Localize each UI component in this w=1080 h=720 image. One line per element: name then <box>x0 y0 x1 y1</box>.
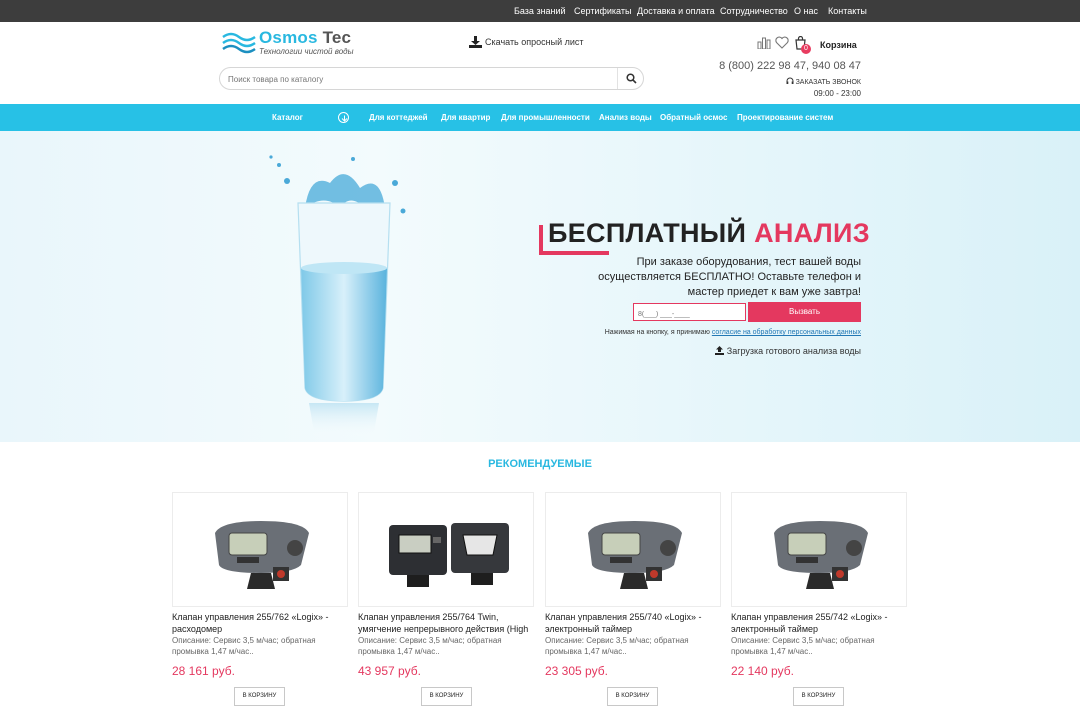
header-icons: 0 <box>757 36 817 54</box>
phone-number[interactable]: 8 (800) 222 98 47, 940 08 47 <box>719 60 861 72</box>
product-price: 23 305 руб. <box>545 664 608 678</box>
valve-product-image <box>215 521 309 589</box>
product-name[interactable]: Клапан управления 255/740 «Logix» - элек… <box>545 611 721 635</box>
phone-input[interactable] <box>633 303 746 321</box>
topbar-link-certificates[interactable]: Сертификаты <box>574 6 631 16</box>
topbar-link-cooperation[interactable]: Сотрудничество <box>720 6 788 16</box>
call-button[interactable]: Вызвать <box>748 302 861 322</box>
topbar-link-delivery[interactable]: Доставка и оплата <box>637 6 715 16</box>
nav-industry[interactable]: Для промышленности <box>501 113 590 122</box>
hero-banner: БЕСПЛАТНЫЙ АНАЛИЗ При заказе оборудовани… <box>0 131 1080 442</box>
cart-label[interactable]: Корзина <box>820 40 857 50</box>
catalog-toggle-button[interactable] <box>338 112 349 123</box>
nav-water-analysis[interactable]: Анализ воды <box>599 113 652 122</box>
product-description: Описание: Сервис 3,5 м/час; обратная про… <box>172 636 316 656</box>
nav-catalog[interactable]: Каталог <box>272 113 303 122</box>
twin-valve-product-image <box>389 523 509 587</box>
nav-apartments[interactable]: Для квартир <box>441 113 490 122</box>
product-name[interactable]: Клапан управления 255/742 «Logix» - элек… <box>731 611 907 635</box>
hero-description: При заказе оборудования, тест вашей воды… <box>598 256 861 298</box>
download-icon <box>469 36 482 48</box>
upload-analysis-link[interactable]: Загрузка готового анализа воды <box>714 345 861 356</box>
product-description: Описание: Сервис 3,5 м/час; обратная про… <box>731 636 875 656</box>
recommended-title: РЕКОМЕНДУЕМЫЕ <box>488 458 592 470</box>
heart-icon[interactable] <box>775 36 789 49</box>
add-to-cart-button[interactable]: В КОРЗИНУ <box>421 687 472 706</box>
working-hours: 09:00 - 23:00 <box>813 89 861 98</box>
product-price: 28 161 руб. <box>172 664 235 678</box>
cart-count-badge: 0 <box>801 44 811 54</box>
arrow-down-icon <box>341 115 348 122</box>
consent-notice: Нажимая на кнопку, я принимаю согласие н… <box>604 329 861 336</box>
product-image-card[interactable] <box>545 492 721 607</box>
water-glass-image <box>269 155 406 438</box>
logo-tagline: Технологии чистой воды <box>259 47 354 56</box>
download-questionnaire-link[interactable]: Скачать опросный лист <box>469 36 584 48</box>
product-description: Описание: Сервис 3,5 м/час; обратная про… <box>358 636 502 656</box>
product-description: Описание: Сервис 3,5 м/час; обратная про… <box>545 636 689 656</box>
search-bar <box>219 67 644 90</box>
valve-product-image <box>588 521 682 589</box>
search-icon <box>626 73 637 84</box>
upload-icon <box>714 346 724 355</box>
search-input[interactable] <box>228 72 608 86</box>
site-logo[interactable]: Osmos Tec Технологии чистой воды <box>222 28 362 58</box>
topbar-link-contacts[interactable]: Контакты <box>828 6 867 16</box>
topbar-link-about[interactable]: О нас <box>794 6 818 16</box>
top-bar: База знаний Сертификаты Доставка и оплат… <box>0 0 1080 22</box>
product-image-card[interactable] <box>358 492 534 607</box>
valve-product-image <box>774 521 868 589</box>
headset-icon <box>786 77 794 84</box>
add-to-cart-button[interactable]: В КОРЗИНУ <box>607 687 658 706</box>
main-nav: Каталог Для коттеджей Для квартир Для пр… <box>0 104 1080 131</box>
add-to-cart-button[interactable]: В КОРЗИНУ <box>793 687 844 706</box>
logo-name: Osmos Tec <box>259 28 352 47</box>
product-price: 43 957 руб. <box>358 664 421 678</box>
callback-link[interactable]: Заказать звонок <box>786 76 861 86</box>
add-to-cart-button[interactable]: В КОРЗИНУ <box>234 687 285 706</box>
waves-logo-icon <box>222 32 256 54</box>
product-name[interactable]: Клапан управления 255/764 Twin, умягчени… <box>358 611 534 635</box>
product-price: 22 140 руб. <box>731 664 794 678</box>
nav-reverse-osmosis[interactable]: Обратный осмос <box>660 113 728 122</box>
search-button[interactable] <box>617 68 643 89</box>
product-image-card[interactable] <box>172 492 348 607</box>
hero-title: БЕСПЛАТНЫЙ АНАЛИЗ <box>548 218 870 248</box>
nav-cottages[interactable]: Для коттеджей <box>369 113 428 122</box>
topbar-link-knowledge[interactable]: База знаний <box>514 6 566 16</box>
nav-system-design[interactable]: Проектирование систем <box>737 113 833 122</box>
product-image-card[interactable] <box>731 492 907 607</box>
product-name[interactable]: Клапан управления 255/762 «Logix» - расх… <box>172 611 348 635</box>
compare-icon[interactable] <box>757 36 771 49</box>
consent-link[interactable]: согласие на обработку персональных данны… <box>712 329 861 336</box>
